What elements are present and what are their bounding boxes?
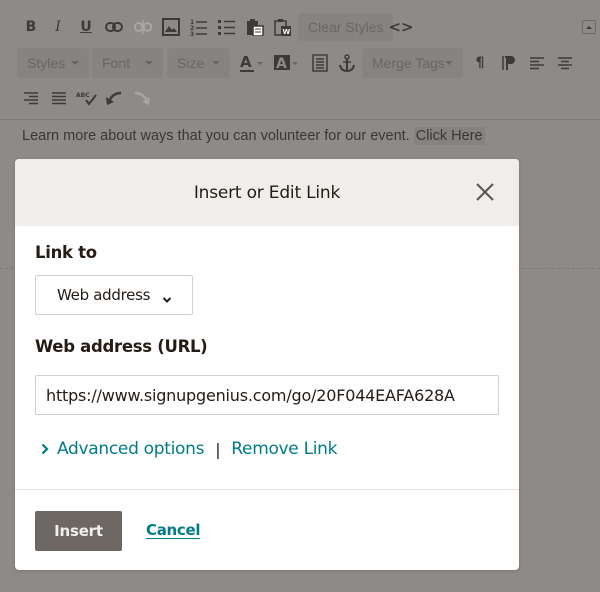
svg-text:A: A (240, 53, 252, 71)
align-left-icon (530, 57, 544, 70)
close-button[interactable] (475, 182, 495, 202)
unlink-button[interactable] (133, 17, 153, 37)
paste-word-button[interactable]: W (273, 17, 293, 37)
spellcheck-button[interactable]: ABC (76, 88, 98, 108)
svg-text:W: W (283, 28, 291, 36)
selected-link-text[interactable]: Click Here (413, 127, 485, 145)
collapse-toolbar-button[interactable] (582, 20, 596, 34)
caret-down-icon (445, 61, 453, 65)
url-label: Web address (URL) (35, 337, 208, 356)
dialog-title: Insert or Edit Link (193, 182, 341, 203)
font-dropdown[interactable]: Font (92, 48, 163, 78)
svg-text:A: A (276, 56, 287, 72)
link-type-value: Web address (57, 286, 151, 304)
bold-button[interactable]: B (21, 17, 41, 37)
caret-down-icon (145, 61, 153, 65)
size-dropdown[interactable]: Size (167, 48, 230, 78)
source-code-button[interactable]: <> (388, 17, 414, 37)
chevron-right-icon (41, 443, 49, 455)
underline-button[interactable]: U (76, 17, 96, 37)
advanced-options-link[interactable]: Advanced options (57, 439, 204, 459)
pilcrow-rtl-icon (502, 56, 515, 70)
svg-text:3: 3 (190, 31, 194, 36)
anchor-icon (339, 54, 355, 72)
chevron-down-icon (162, 290, 172, 308)
paste-text-icon (247, 19, 264, 36)
code-icon: <> (388, 18, 414, 36)
link-options-row: Advanced options | Remove Link (41, 439, 337, 459)
background-color-icon: A (274, 55, 298, 72)
link-to-label: Link to (35, 243, 97, 262)
insert-button[interactable]: Insert (35, 511, 122, 551)
caret-down-icon (212, 61, 220, 65)
paste-text-button[interactable] (245, 17, 265, 37)
rtl-paragraph-button[interactable] (498, 53, 518, 73)
insert-edit-link-dialog: Insert or Edit Link Link to Web address … (15, 159, 519, 570)
svg-text:ABC: ABC (76, 92, 90, 99)
clear-styles-button[interactable]: Clear Styles (298, 13, 394, 41)
pilcrow-icon: ¶ (475, 55, 485, 71)
merge-tags-dropdown[interactable]: Merge Tags (362, 48, 463, 78)
align-right-icon (24, 92, 38, 105)
block-icon (312, 54, 328, 72)
image-button[interactable] (161, 17, 181, 37)
ltr-paragraph-button[interactable]: ¶ (470, 53, 490, 73)
dialog-footer: Insert Cancel (15, 489, 519, 570)
text-color-icon: A (240, 53, 263, 72)
link-type-select[interactable]: Web address (35, 275, 193, 315)
redo-button[interactable] (132, 88, 152, 108)
editor-body-text[interactable]: Learn more about ways that you can volun… (22, 127, 485, 145)
unlink-icon (134, 20, 152, 34)
align-left-button[interactable] (527, 53, 547, 73)
caret-down-icon (71, 61, 79, 65)
bullet-list-button[interactable] (217, 17, 237, 37)
remove-link-link[interactable]: Remove Link (231, 439, 337, 459)
align-center-button[interactable] (555, 53, 575, 73)
align-center-icon (558, 57, 572, 70)
url-input[interactable] (35, 375, 499, 415)
justify-icon (52, 92, 66, 105)
numbered-list-icon: 123 (190, 19, 207, 36)
align-right-button[interactable] (21, 88, 41, 108)
dialog-header: Insert or Edit Link (15, 159, 519, 226)
link-separator: | (215, 439, 221, 459)
numbered-list-button[interactable]: 123 (189, 17, 209, 37)
italic-button[interactable]: I (48, 17, 68, 37)
cancel-button[interactable]: Cancel (146, 521, 201, 539)
justify-button[interactable] (49, 88, 69, 108)
paste-word-icon: W (274, 19, 291, 36)
background-color-button[interactable]: A (274, 53, 300, 73)
caret-up-icon (586, 25, 592, 29)
undo-button[interactable] (104, 88, 124, 108)
toolbar-divider (0, 119, 600, 120)
styles-dropdown[interactable]: Styles (17, 48, 89, 78)
close-icon (476, 183, 494, 201)
anchor-button[interactable] (337, 53, 357, 73)
redo-icon (134, 91, 150, 105)
link-icon (105, 22, 123, 32)
undo-icon (106, 91, 122, 105)
horizontal-rule-button[interactable] (310, 53, 330, 73)
bullet-list-icon (218, 20, 235, 35)
image-icon (162, 18, 180, 36)
link-button[interactable] (104, 17, 124, 37)
spellcheck-icon: ABC (76, 92, 97, 106)
text-color-button[interactable]: A (239, 53, 265, 73)
